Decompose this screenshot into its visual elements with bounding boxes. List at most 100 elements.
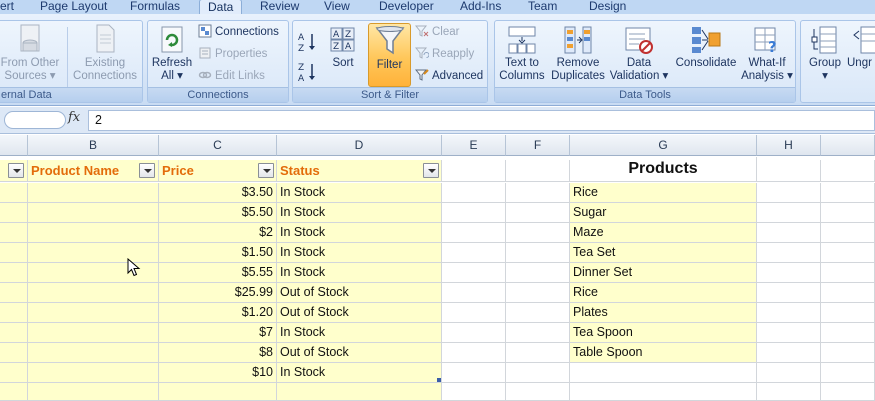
- products-title[interactable]: Products: [570, 157, 757, 182]
- remove-duplicates-button[interactable]: Remove Duplicates: [549, 25, 607, 83]
- status-cell[interactable]: In Stock: [277, 323, 442, 343]
- text-to-columns-button[interactable]: Text to Columns: [497, 25, 547, 83]
- cell[interactable]: [757, 243, 821, 263]
- table-header-product-name[interactable]: Product Name: [28, 160, 159, 182]
- cell[interactable]: [442, 183, 506, 203]
- tab-data[interactable]: Data: [199, 0, 243, 15]
- cell[interactable]: [506, 263, 570, 283]
- filter-button-content[interactable]: Filter: [368, 25, 411, 72]
- cell[interactable]: [757, 183, 821, 203]
- product-list-item[interactable]: Maze: [570, 223, 757, 243]
- sort-ascending-button[interactable]: AZ: [297, 31, 317, 54]
- product-list-item[interactable]: Sugar: [570, 203, 757, 223]
- clear-filter-button[interactable]: Clear: [415, 23, 459, 41]
- cell[interactable]: [821, 363, 875, 383]
- status-cell[interactable]: Out of Stock: [277, 303, 442, 323]
- column-header-h[interactable]: H: [757, 135, 821, 156]
- status-cell[interactable]: In Stock: [277, 243, 442, 263]
- product-list-item[interactable]: Table Spoon: [570, 343, 757, 363]
- cell[interactable]: [506, 183, 570, 203]
- table-header-status[interactable]: Status: [277, 160, 442, 182]
- product-name-cell[interactable]: [28, 303, 159, 323]
- table-cell[interactable]: [0, 383, 28, 401]
- cell[interactable]: [442, 160, 506, 182]
- cell[interactable]: [757, 263, 821, 283]
- column-header-i[interactable]: [821, 135, 875, 156]
- cell[interactable]: [757, 283, 821, 303]
- cell[interactable]: [506, 243, 570, 263]
- cell[interactable]: [442, 283, 506, 303]
- cell[interactable]: [821, 283, 875, 303]
- tab-view[interactable]: View: [324, 0, 350, 14]
- cell[interactable]: [821, 323, 875, 343]
- cell[interactable]: [442, 263, 506, 283]
- column-header-g[interactable]: G: [570, 135, 757, 156]
- table-cell[interactable]: [0, 203, 28, 223]
- filter-dropdown-icon[interactable]: [139, 163, 155, 178]
- column-header-a[interactable]: [0, 135, 28, 156]
- table-cell[interactable]: [0, 323, 28, 343]
- edit-links-button[interactable]: Edit Links: [198, 67, 265, 85]
- cell[interactable]: [570, 383, 757, 401]
- table-cell[interactable]: [159, 383, 277, 401]
- product-name-cell[interactable]: [28, 323, 159, 343]
- product-list-item[interactable]: Dinner Set: [570, 263, 757, 283]
- cell[interactable]: [442, 323, 506, 343]
- tab-design[interactable]: Design: [589, 0, 626, 14]
- tab-page-layout[interactable]: Page Layout: [40, 0, 107, 14]
- cell[interactable]: [821, 223, 875, 243]
- ungroup-button[interactable]: Ungr: [847, 25, 875, 70]
- product-name-cell[interactable]: [28, 183, 159, 203]
- column-header-b[interactable]: B: [28, 135, 159, 156]
- table-cell[interactable]: [28, 383, 159, 401]
- status-cell[interactable]: In Stock: [277, 223, 442, 243]
- column-header-f[interactable]: F: [506, 135, 570, 156]
- table-cell[interactable]: [0, 263, 28, 283]
- product-list-item[interactable]: Plates: [570, 303, 757, 323]
- price-cell[interactable]: $2: [159, 223, 277, 243]
- product-list-item[interactable]: Tea Spoon: [570, 323, 757, 343]
- cell[interactable]: [757, 203, 821, 223]
- status-cell[interactable]: In Stock: [277, 363, 442, 383]
- cell[interactable]: [821, 383, 875, 401]
- name-box[interactable]: [4, 111, 66, 129]
- product-name-cell[interactable]: [28, 283, 159, 303]
- consolidate-button[interactable]: Consolidate: [673, 25, 739, 70]
- advanced-filter-button[interactable]: Advanced: [415, 67, 483, 85]
- cell[interactable]: [821, 343, 875, 363]
- cell[interactable]: [757, 383, 821, 401]
- price-cell[interactable]: $1.20: [159, 303, 277, 323]
- price-cell[interactable]: $7: [159, 323, 277, 343]
- cell[interactable]: [821, 183, 875, 203]
- status-cell[interactable]: Out of Stock: [277, 283, 442, 303]
- status-cell[interactable]: Out of Stock: [277, 343, 442, 363]
- tab-insert[interactable]: ert: [0, 0, 14, 14]
- table-cell[interactable]: [0, 183, 28, 203]
- cell[interactable]: [757, 160, 821, 182]
- table-cell[interactable]: [0, 343, 28, 363]
- cell[interactable]: [757, 303, 821, 323]
- status-cell[interactable]: In Stock: [277, 183, 442, 203]
- product-list-item[interactable]: Tea Set: [570, 243, 757, 263]
- price-cell[interactable]: $1.50: [159, 243, 277, 263]
- price-cell[interactable]: $25.99: [159, 283, 277, 303]
- cell[interactable]: [506, 160, 570, 182]
- table-cell[interactable]: [0, 223, 28, 243]
- filter-dropdown-icon[interactable]: [423, 163, 439, 178]
- price-cell[interactable]: $5.55: [159, 263, 277, 283]
- product-list-item[interactable]: Rice: [570, 283, 757, 303]
- cell[interactable]: [821, 263, 875, 283]
- column-header-d[interactable]: D: [277, 135, 442, 156]
- cell[interactable]: [821, 203, 875, 223]
- existing-connections-button[interactable]: Existing Connections: [69, 23, 141, 83]
- status-cell[interactable]: In Stock: [277, 203, 442, 223]
- product-name-cell[interactable]: [28, 203, 159, 223]
- product-name-cell[interactable]: [28, 363, 159, 383]
- insert-function-icon[interactable]: fx: [68, 110, 80, 125]
- cell[interactable]: [442, 383, 506, 401]
- cell[interactable]: [442, 243, 506, 263]
- price-cell[interactable]: $8: [159, 343, 277, 363]
- cell[interactable]: [506, 383, 570, 401]
- cell[interactable]: [506, 343, 570, 363]
- cell[interactable]: [570, 363, 757, 383]
